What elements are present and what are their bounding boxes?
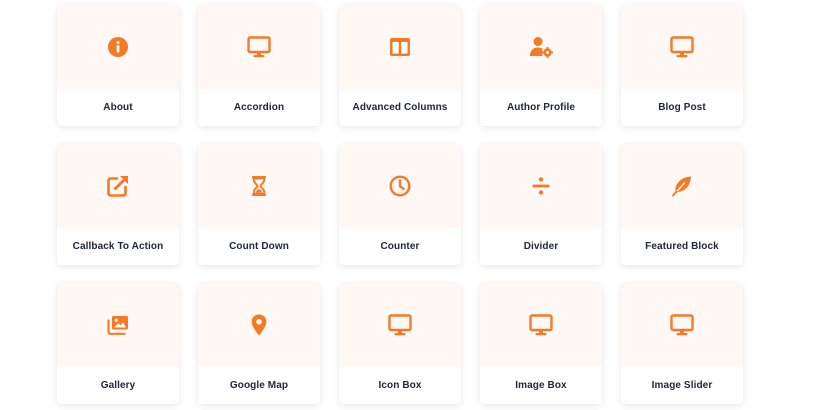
- widget-card-icon-area: [621, 144, 743, 228]
- widget-card-icon-area: [480, 5, 602, 89]
- widget-card-author-profile[interactable]: Author Profile: [480, 5, 602, 126]
- info-icon: [108, 37, 128, 57]
- widget-card-label: Icon Box: [378, 380, 422, 391]
- external-link-icon: [107, 176, 128, 197]
- widget-card-icon-area: [339, 144, 461, 228]
- images-icon: [107, 316, 128, 335]
- widget-card-counter[interactable]: Counter: [339, 144, 461, 265]
- widget-card-label: Image Slider: [651, 380, 713, 391]
- widget-card-label: Featured Block: [645, 241, 719, 252]
- widget-card-label: Divider: [523, 241, 559, 252]
- widget-card-icon-box[interactable]: Icon Box: [339, 283, 461, 404]
- widget-card-icon-area: [621, 5, 743, 89]
- widget-card-icon-area: [621, 283, 743, 367]
- widget-card-label: Callback To Action: [72, 241, 164, 252]
- widget-card-label: About: [103, 102, 133, 113]
- widget-card-label: Counter: [380, 241, 420, 252]
- widget-card-image-box[interactable]: Image Box: [480, 283, 602, 404]
- monitor-icon: [529, 314, 553, 336]
- widget-card-icon-area: [57, 283, 179, 367]
- widget-card-label: Advanced Columns: [352, 102, 448, 113]
- divide-icon: [532, 177, 550, 195]
- widget-card-icon-area: [198, 144, 320, 228]
- widget-card-advanced-columns[interactable]: Advanced Columns: [339, 5, 461, 126]
- widget-card-label: Accordion: [233, 102, 285, 113]
- widget-card-icon-area: [57, 5, 179, 89]
- monitor-icon: [670, 314, 694, 336]
- monitor-icon: [670, 36, 694, 58]
- map-pin-icon: [251, 314, 267, 336]
- feather-icon: [672, 176, 691, 197]
- widget-card-label: Image Box: [515, 380, 567, 391]
- columns-icon: [390, 38, 410, 56]
- widget-card-icon-area: [480, 283, 602, 367]
- widget-card-count-down[interactable]: Count Down: [198, 144, 320, 265]
- widget-card-label: Blog Post: [658, 102, 706, 113]
- widget-card-icon-area: [480, 144, 602, 228]
- widget-card-featured-block[interactable]: Featured Block: [621, 144, 743, 265]
- widget-card-callback-to-action[interactable]: Callback To Action: [57, 144, 179, 265]
- widget-card-label: Google Map: [229, 380, 289, 391]
- widget-grid: About Accordion Advanced Columns Author …: [0, 0, 820, 410]
- hourglass-icon: [252, 176, 266, 196]
- widget-card-accordion[interactable]: Accordion: [198, 5, 320, 126]
- widget-card-icon-area: [198, 5, 320, 89]
- widget-card-google-map[interactable]: Google Map: [198, 283, 320, 404]
- widget-card-gallery[interactable]: Gallery: [57, 283, 179, 404]
- clock-icon: [389, 175, 411, 197]
- widget-card-icon-area: [198, 283, 320, 367]
- widget-card-icon-area: [339, 5, 461, 89]
- widget-card-divider[interactable]: Divider: [480, 144, 602, 265]
- widget-card-icon-area: [339, 283, 461, 367]
- monitor-icon: [388, 314, 412, 336]
- widget-card-icon-area: [57, 144, 179, 228]
- widget-card-about[interactable]: About: [57, 5, 179, 126]
- widget-card-label: Author Profile: [506, 102, 576, 113]
- widget-card-label: Count Down: [229, 241, 289, 252]
- user-gear-icon: [530, 37, 553, 59]
- monitor-icon: [247, 36, 271, 58]
- widget-card-image-slider[interactable]: Image Slider: [621, 283, 743, 404]
- widget-card-label: Gallery: [100, 380, 136, 391]
- widget-card-blog-post[interactable]: Blog Post: [621, 5, 743, 126]
